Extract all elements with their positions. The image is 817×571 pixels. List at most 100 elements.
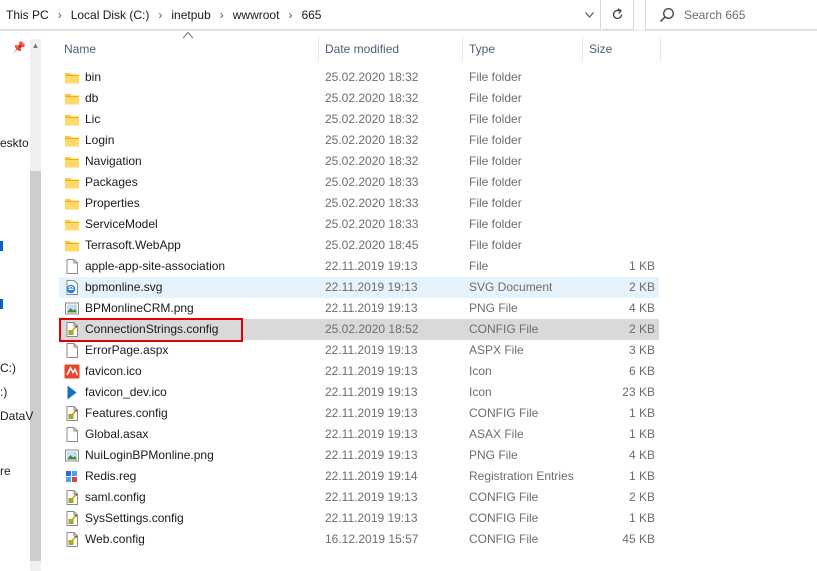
file-date-modified: 22.11.2019 19:13 [325,301,418,315]
file-row[interactable]: Lic 25.02.2020 18:32 File folder [59,109,659,130]
file-row[interactable]: ErrorPage.aspx 22.11.2019 19:13 ASPX File 3… [59,340,659,361]
search-box[interactable] [645,0,817,30]
image-icon [64,447,80,464]
file-row[interactable]: Redis.reg 22.11.2019 19:14 Registration En… [59,466,659,487]
file-row[interactable]: bpmonline.svg 22.11.2019 19:13 SVG Documen… [59,277,659,298]
file-name: NuiLoginBPMonline.png [85,448,214,462]
breadcrumb-item-wwwroot[interactable]: wwwroot [231,8,282,22]
breadcrumb-separator-icon[interactable]: › [281,8,299,22]
file-row[interactable]: ServiceModel 25.02.2020 18:33 File folder [59,214,659,235]
file-date-modified: 25.02.2020 18:33 [325,175,419,189]
column-divider[interactable] [462,37,463,61]
column-header-size[interactable]: Size [589,37,659,61]
file-size [599,109,655,130]
nav-scrollbar-thumb[interactable] [30,171,41,561]
column-divider[interactable] [318,37,319,61]
breadcrumb-separator-icon[interactable]: › [151,8,169,22]
file-name: Global.asax [85,427,149,441]
folder-icon [64,237,80,254]
file-date-modified: 16.12.2019 15:57 [325,532,419,546]
column-header-type[interactable]: Type [469,37,581,61]
file-date-modified: 25.02.2020 18:33 [325,196,419,210]
file-name: Lic [85,112,101,126]
file-date-modified: 25.02.2020 18:32 [325,112,419,126]
file-type: CONFIG File [469,490,539,504]
column-header-name[interactable]: Name [64,37,318,61]
file-row[interactable]: NuiLoginBPMonline.png 22.11.2019 19:13 PNG… [59,445,659,466]
file-type: File folder [469,70,522,84]
pin-icon[interactable]: 📌 [12,41,26,54]
breadcrumb: This PC › Local Disk (C:) › inetpub › ww… [4,0,323,29]
file-type: Icon [469,364,492,378]
nav-item-desktop[interactable]: eskto [0,136,29,150]
file-date-modified: 25.02.2020 18:52 [325,322,419,336]
scroll-up-icon[interactable]: ▲ [31,41,40,50]
file-name: Web.config [85,532,145,546]
file-row[interactable]: Features.config 22.11.2019 19:13 CONFIG Fi… [59,403,659,424]
file-row[interactable]: favicon_dev.ico 22.11.2019 19:13 Icon 23 KB [59,382,659,403]
image-icon [64,300,80,317]
breadcrumb-item-local-disk[interactable]: Local Disk (C:) [69,8,152,22]
file-row[interactable]: Packages 25.02.2020 18:33 File folder [59,172,659,193]
file-date-modified: 22.11.2019 19:13 [325,364,418,378]
file-name: ErrorPage.aspx [85,343,169,357]
file-row[interactable]: Login 25.02.2020 18:32 File folder [59,130,659,151]
file-name: Terrasoft.WebApp [85,238,181,252]
file-date-modified: 25.02.2020 18:32 [325,154,419,168]
file-date-modified: 22.11.2019 19:13 [325,427,418,441]
file-type: File folder [469,175,522,189]
file-date-modified: 25.02.2020 18:45 [325,238,419,252]
file-size [599,151,655,172]
file-row[interactable]: BPMonlineCRM.png 22.11.2019 19:13 PNG File… [59,298,659,319]
file-size: 1 KB [628,427,655,441]
column-divider[interactable] [660,37,661,61]
nav-item-other[interactable]: re [0,464,11,478]
refresh-icon[interactable] [602,0,634,30]
file-row[interactable]: favicon.ico 22.11.2019 19:13 Icon 6 KB [59,361,659,382]
file-name: bin [85,70,102,84]
file-type: File folder [469,217,522,231]
file-icon [64,342,80,359]
folder-icon [64,153,80,170]
file-row[interactable]: db 25.02.2020 18:32 File folder [59,88,659,109]
registry-icon [64,468,80,485]
file-row[interactable]: Properties 25.02.2020 18:33 File folder [59,193,659,214]
file-row[interactable]: apple-app-site-association 22.11.2019 19:… [59,256,659,277]
nav-item-data[interactable]: DataV [0,409,33,423]
nav-item-drive[interactable]: :) [0,385,7,399]
file-name: Properties [85,196,140,210]
file-row[interactable]: Web.config 16.12.2019 15:57 CONFIG File 45 … [59,529,659,550]
file-row[interactable]: bin 25.02.2020 18:32 File folder [59,67,659,88]
breadcrumb-item-665[interactable]: 665 [299,8,323,22]
breadcrumb-separator-icon[interactable]: › [213,8,231,22]
column-header-type-label: Type [469,42,496,56]
file-type: File folder [469,154,522,168]
file-type: File folder [469,238,522,252]
file-icon [64,426,80,443]
file-size [599,235,655,256]
file-name: Packages [85,175,138,189]
column-divider[interactable] [582,37,583,61]
column-header-date[interactable]: Date modified [325,37,461,61]
file-type: SVG Document [469,280,553,294]
breadcrumb-item-inetpub[interactable]: inetpub [169,8,212,22]
file-row[interactable]: Terrasoft.WebApp 25.02.2020 18:45 File fol… [59,235,659,256]
file-type: File folder [469,112,522,126]
file-row[interactable]: Global.asax 22.11.2019 19:13 ASAX File 1 KB [59,424,659,445]
breadcrumb-separator-icon[interactable]: › [51,8,69,22]
address-history-dropdown-icon[interactable] [578,0,600,29]
file-name: favicon.ico [85,364,142,378]
file-row[interactable]: SysSettings.config 22.11.2019 19:13 CONFIG… [59,508,659,529]
search-input[interactable] [684,5,812,25]
file-size [599,88,655,109]
file-name: Navigation [85,154,142,168]
breadcrumb-item-this-pc[interactable]: This PC [4,8,51,22]
file-row[interactable]: Navigation 25.02.2020 18:32 File folder [59,151,659,172]
nav-item-local-disk[interactable]: C:) [0,361,16,375]
file-row[interactable]: saml.config 22.11.2019 19:13 CONFIG File 2 … [59,487,659,508]
nav-item-marker-icon [0,241,3,251]
address-bar[interactable]: This PC › Local Disk (C:) › inetpub › ww… [0,0,601,30]
config-icon [64,405,80,422]
file-size: 3 KB [628,343,655,357]
file-date-modified: 22.11.2019 19:14 [325,469,418,483]
